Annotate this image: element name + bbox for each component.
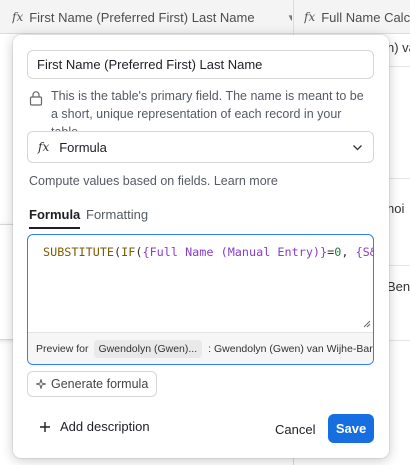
generate-formula-label: Generate formula <box>51 377 149 391</box>
column-header-primary[interactable]: fx First Name (Preferred First) Last Nam… <box>12 0 292 34</box>
tab-formatting[interactable]: Formatting <box>86 207 148 229</box>
add-description-label: Add description <box>60 419 150 434</box>
formula-preview: Preview for Gwendolyn (Gwen)... : Gwendo… <box>28 332 373 364</box>
formula-icon: fx <box>304 10 316 24</box>
editor-tabs: Formula Formatting <box>27 207 374 229</box>
cancel-button[interactable]: Cancel <box>266 415 324 443</box>
tab-formula[interactable]: Formula <box>29 207 81 229</box>
formula-icon: fx <box>38 140 50 154</box>
field-type-select[interactable]: fx Formula <box>27 131 374 163</box>
preview-result: : Gwendolyn (Gwen) van Wijhe-Bard <box>208 342 374 355</box>
lock-icon <box>29 91 43 106</box>
chevron-down-icon <box>353 144 362 150</box>
grid-cell[interactable]: noi <box>387 201 404 216</box>
field-name-input[interactable] <box>27 50 374 79</box>
add-description-button[interactable]: Add description <box>39 419 150 434</box>
plus-icon <box>40 421 50 432</box>
formula-editor[interactable]: SUBSTITUTE(IF({Full Name (Manual Entry)}… <box>27 234 374 365</box>
chevron-down-icon[interactable]: ▾ <box>289 11 292 24</box>
formula-token: IF <box>121 245 136 259</box>
column-header-full-name[interactable]: fx Full Name Calcula <box>304 0 410 34</box>
grid-cell[interactable]: n) va <box>387 40 410 55</box>
formula-token: {S&B App LINK} <box>355 245 373 259</box>
sparkle-icon <box>36 379 46 389</box>
learn-more-link[interactable]: Learn more <box>214 174 278 188</box>
formula-token: , <box>341 245 356 259</box>
preview-record-chip[interactable]: Gwendolyn (Gwen)... <box>93 339 203 358</box>
generate-formula-button[interactable]: Generate formula <box>27 371 158 397</box>
save-button[interactable]: Save <box>328 414 374 443</box>
column-header-label: First Name (Preferred First) Last Name <box>29 9 255 25</box>
field-type-label: Formula <box>59 139 107 155</box>
grid-cell[interactable]: Benk <box>387 279 410 294</box>
column-header-label: Full Name Calcula <box>321 9 410 25</box>
compute-description: Compute values based on fields. Learn mo… <box>29 174 278 188</box>
formula-token: {Full Name (Manual Entry)} <box>142 245 328 259</box>
formula-code[interactable]: SUBSTITUTE(IF({Full Name (Manual Entry)}… <box>28 235 373 332</box>
formula-token: SUBSTITUTE <box>43 245 115 259</box>
formula-icon: fx <box>12 10 24 24</box>
resize-handle-icon[interactable] <box>363 320 371 328</box>
compute-text: Compute values based on fields. <box>29 174 211 188</box>
preview-label: Preview for <box>36 342 89 355</box>
field-editor-dialog: This is the table's primary field. The n… <box>13 35 389 458</box>
